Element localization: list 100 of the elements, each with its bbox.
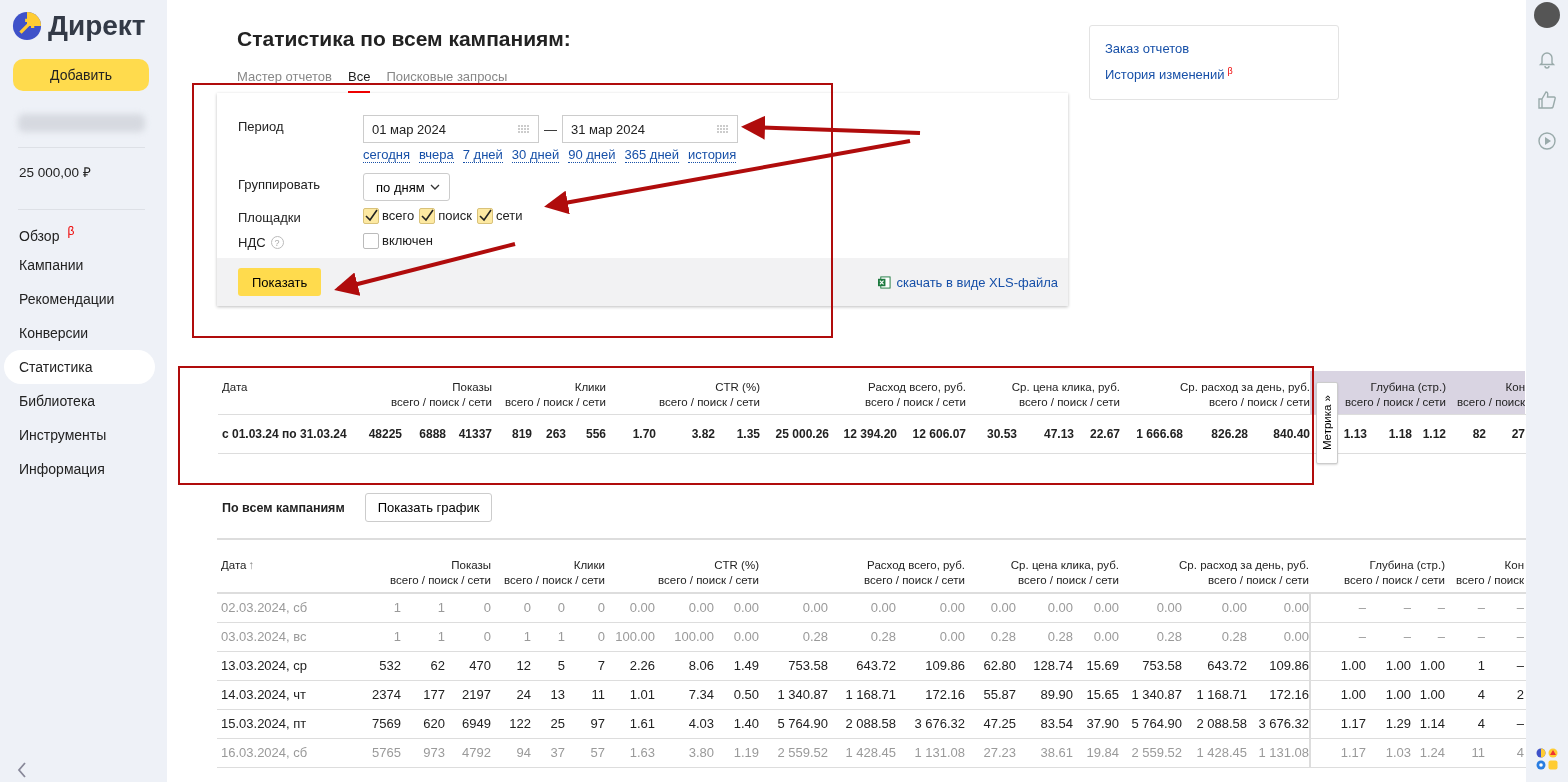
table-cell: –: [1309, 594, 1366, 622]
table-cell-text: 1: [556, 628, 565, 646]
period-preset-link[interactable]: 7 дней: [462, 147, 503, 163]
period-preset-link[interactable]: вчера: [418, 147, 454, 163]
sidebar-item[interactable]: Инструменты: [4, 418, 155, 452]
column-header[interactable]: Дата: [221, 558, 247, 573]
side-link[interactable]: История изменений $^{β}$: [1105, 66, 1323, 83]
platform-checkbox[interactable]: поиск: [419, 206, 472, 225]
date-field[interactable]: 31 мар 2024: [562, 115, 738, 143]
table-cell-text: –: [1402, 628, 1411, 646]
table-cell-text: 0.00: [687, 599, 714, 617]
report-tab[interactable]: Мастер отчетов: [237, 69, 332, 93]
table-cell-text: 0.28: [1155, 628, 1182, 646]
period-preset-link[interactable]: 30 дней: [511, 147, 560, 163]
table-cell-text: 02.03.2024, сб: [220, 599, 309, 617]
table-cell-text: 2 088.58: [844, 715, 896, 733]
grouping-select[interactable]: по дням: [363, 173, 450, 201]
table-cell-text: с 01.03.24 по 31.03.24: [221, 426, 348, 443]
table-cell-text: 55.87: [982, 686, 1016, 704]
table-cell-text: 263: [544, 426, 566, 443]
table-cell-text: 4.03: [687, 715, 714, 733]
table-cell-text: 2.26: [628, 657, 655, 675]
table-cell-text: 89.90: [1039, 686, 1073, 704]
table-cell-text: 12 606.07: [911, 426, 966, 443]
table-cell-text: 12 394.20: [842, 426, 897, 443]
table-cell-text: 0: [556, 599, 565, 617]
period-preset-link[interactable]: история: [688, 147, 737, 163]
chevron-left-icon[interactable]: [17, 762, 27, 778]
sidebar-item[interactable]: Кампании: [4, 248, 155, 282]
sidebar-item[interactable]: Информация: [4, 452, 155, 486]
table-cell-text: 1.49: [732, 657, 759, 675]
table-cell-text: 62.80: [982, 657, 1016, 675]
table-cell-text: 0.28: [989, 628, 1016, 646]
show-button[interactable]: Показать: [238, 268, 322, 296]
table-cell-text: 1 428.45: [844, 744, 896, 762]
period-preset-link[interactable]: 365 дней: [624, 147, 680, 163]
table-cell-text: 1: [522, 628, 531, 646]
sidebar-item[interactable]: Библиотека: [4, 384, 155, 418]
column-header: Расход всего, руб. всего / поиск / сети: [864, 380, 966, 410]
table-cell-text: 0.00: [1092, 599, 1119, 617]
table-cell-text: 22.67: [1088, 426, 1120, 443]
platform-checkbox[interactable]: всего: [363, 206, 415, 225]
sidebar-item[interactable]: Конверсии: [4, 316, 155, 350]
table-cell-text: 4: [1515, 744, 1524, 762]
caret-icon: [429, 184, 440, 190]
metrika-tab[interactable]: Метрика »: [1316, 382, 1338, 464]
table-cell-text: 2 559.52: [776, 744, 828, 762]
table-cell-text: 753.58: [787, 657, 828, 675]
table-cell-text: 0.28: [801, 628, 828, 646]
table-cell-text: 0.00: [1046, 599, 1073, 617]
table-cell: –: [1309, 623, 1366, 651]
apps-icon[interactable]: [1536, 748, 1558, 770]
thumbs-up-icon[interactable]: [1537, 90, 1557, 110]
report-tab[interactable]: Поисковые запросы: [386, 69, 508, 93]
table-cell-text: –: [1476, 599, 1485, 617]
table-cell-text: 1 168.71: [844, 686, 896, 704]
platform-checkbox[interactable]: сети: [476, 206, 523, 225]
period-preset-link[interactable]: сегодня: [363, 147, 410, 163]
checkbox[interactable]: [476, 207, 493, 224]
vat-checkbox[interactable]: включен: [363, 231, 433, 250]
checkbox[interactable]: [419, 207, 436, 224]
table-cell-text: 1.12: [1421, 426, 1446, 443]
table-cell: 1.00: [1309, 681, 1366, 709]
show-chart-button[interactable]: Показать график: [364, 493, 493, 522]
logo-icon: [12, 11, 42, 41]
table-cell-text: 62: [429, 657, 445, 675]
checkbox[interactable]: [363, 207, 379, 224]
sidebar-item[interactable]: Рекомендации: [4, 282, 155, 316]
sort-arrow-icon[interactable]: ↑: [248, 558, 255, 573]
date-field[interactable]: 01 мар 2024: [363, 115, 539, 143]
table-cell-text: 47.13: [1042, 426, 1074, 443]
checkbox[interactable]: [363, 232, 379, 249]
column-header: Клики всего / поиск / сети: [503, 558, 605, 588]
table-cell-text: 470: [468, 657, 491, 675]
sidebar-item[interactable]: Статистика: [4, 350, 155, 384]
column-header: Показы всего / поиск / сети: [390, 380, 492, 410]
page-title: Статистика по всем кампаниям:: [237, 26, 572, 52]
field-label: Площадки: [238, 209, 302, 225]
table-cell-text: 14.03.2024, чт: [220, 686, 307, 704]
report-tab[interactable]: Все: [348, 69, 371, 93]
avatar[interactable]: [1534, 2, 1560, 28]
table-cell-text: 0.00: [1282, 628, 1309, 646]
table-cell-text: 0.00: [1282, 599, 1309, 617]
table-cell-text: 3.80: [687, 744, 714, 762]
side-link[interactable]: Заказ отчетов: [1105, 41, 1323, 56]
download-xls-link[interactable]: скачать в виде XLS-файла: [896, 274, 1058, 290]
period-preset-link[interactable]: 90 дней: [568, 147, 616, 163]
table-cell-text: 2374: [371, 686, 401, 704]
calendar-icon: [518, 125, 530, 133]
table-cell-text: 8.06: [687, 657, 714, 675]
table-cell-text: 532: [378, 657, 401, 675]
column-header: Ср. расход за день, руб. всего / поиск / сети: [1179, 380, 1310, 410]
add-button[interactable]: Добавить: [13, 59, 149, 91]
column-header: CTR (%) всего / поиск / сети: [658, 380, 760, 410]
table-cell-text: 0.28: [869, 628, 896, 646]
table-cell-text: 973: [422, 744, 445, 762]
table-cell-text: 30.53: [985, 426, 1017, 443]
table-cell-text: 177: [422, 686, 445, 704]
sidebar-item[interactable]: Обзор $^{β}$: [4, 214, 155, 248]
table-cell-text: 4: [1476, 715, 1485, 733]
